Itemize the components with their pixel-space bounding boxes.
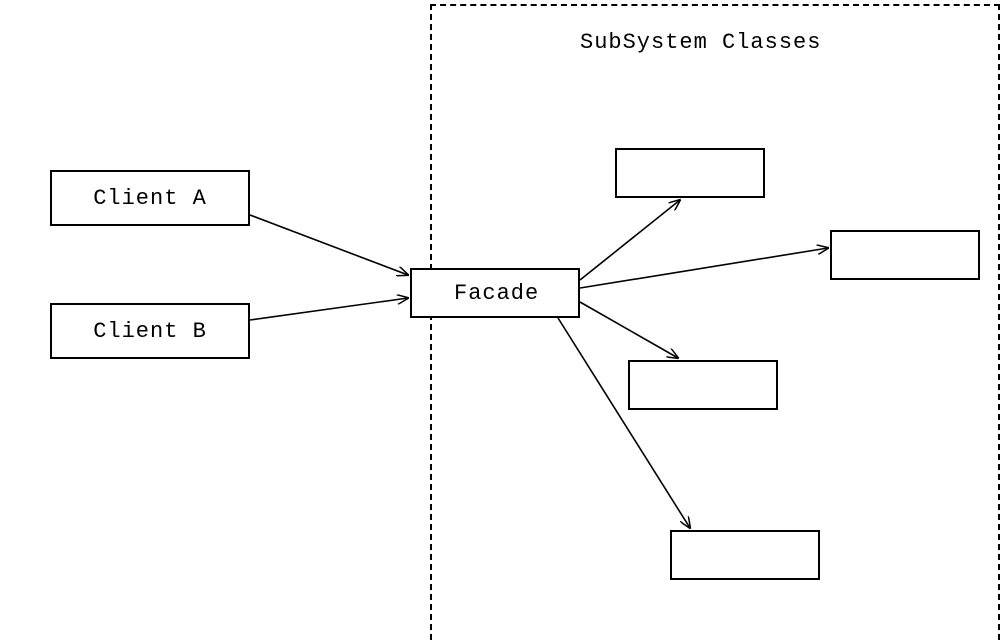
- subsystem-title: SubSystem Classes: [580, 30, 821, 55]
- subsystem-box-4: [670, 530, 820, 580]
- subsystem-box-3: [628, 360, 778, 410]
- facade-label: Facade: [454, 281, 539, 306]
- subsystem-box-1: [615, 148, 765, 198]
- client-b-label: Client B: [93, 319, 207, 344]
- arrow-client-a-facade: [250, 215, 408, 275]
- subsystem-box-2: [830, 230, 980, 280]
- facade-diagram: SubSystem Classes Client A Client B Faca…: [0, 0, 1002, 640]
- facade-box: Facade: [410, 268, 580, 318]
- client-a-box: Client A: [50, 170, 250, 226]
- client-a-label: Client A: [93, 186, 207, 211]
- client-b-box: Client B: [50, 303, 250, 359]
- arrow-client-b-facade: [250, 298, 408, 320]
